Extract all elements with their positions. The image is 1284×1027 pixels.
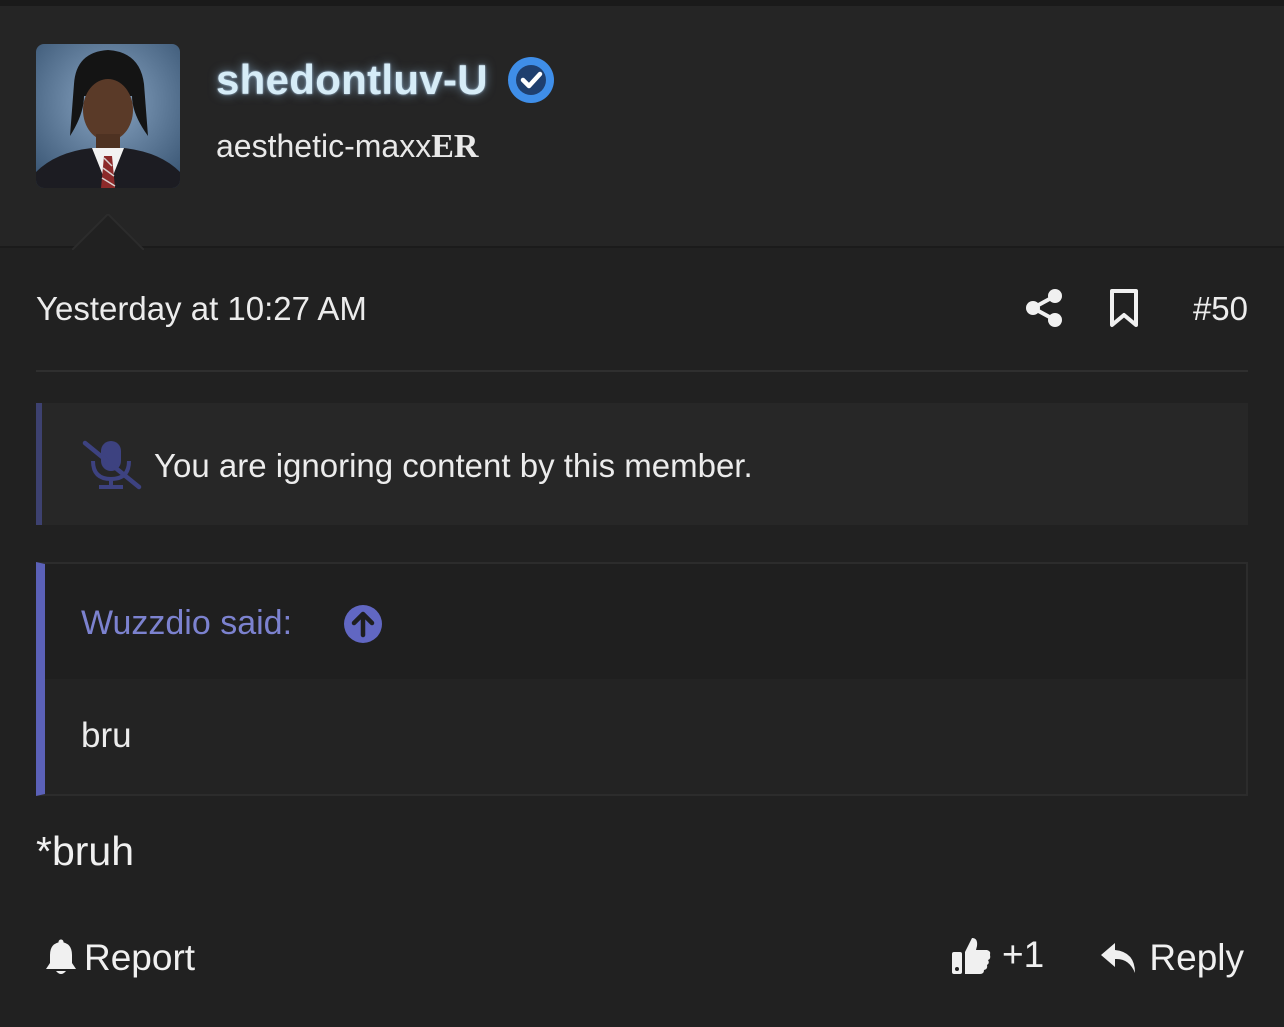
like-count: +1 — [1002, 934, 1045, 975]
muted-microphone-icon — [82, 440, 142, 490]
share-icon[interactable] — [1024, 288, 1064, 328]
reply-arrow-icon — [1101, 943, 1136, 973]
thumbs-up-icon — [952, 938, 991, 974]
user-title-main: aesthetic-maxx — [216, 128, 432, 164]
avatar[interactable] — [36, 44, 180, 188]
quote-author[interactable]: Wuzzdio said: — [81, 604, 292, 643]
report-button[interactable]: Report — [44, 935, 195, 981]
username[interactable]: shedontluv-U — [216, 56, 488, 104]
post-timestamp[interactable]: Yesterday at 10:27 AM — [36, 290, 367, 328]
bookmark-icon[interactable] — [1108, 288, 1140, 328]
reply-label: Reply — [1149, 937, 1244, 978]
quote-block: Wuzzdio said: bru — [36, 562, 1248, 796]
ignored-notice: You are ignoring content by this member. — [36, 403, 1248, 525]
meta-divider — [36, 370, 1248, 372]
username-row: shedontluv-U — [216, 50, 554, 110]
verified-check-icon — [507, 57, 554, 103]
bell-icon — [46, 939, 76, 974]
post-number[interactable]: #50 — [1193, 290, 1248, 328]
post-meta: Yesterday at 10:27 AM #50 — [36, 280, 1248, 340]
user-title: aesthetic-maxxER — [216, 128, 478, 166]
post-body: *bruh — [36, 828, 135, 874]
like-button[interactable]: +1 — [950, 932, 1044, 978]
report-label: Report — [84, 937, 196, 978]
jump-to-quote-icon[interactable] — [343, 604, 383, 644]
quote-body: bru — [81, 716, 132, 755]
author-header: shedontluv-U aesthetic-maxxER — [0, 6, 1284, 248]
ignored-notice-text: You are ignoring content by this member. — [154, 447, 753, 484]
reply-button[interactable]: Reply — [1099, 935, 1244, 981]
header-pointer — [72, 214, 144, 250]
quote-header: Wuzzdio said: — [45, 564, 1246, 679]
user-title-suffix: ER — [431, 128, 479, 165]
avatar-photo — [36, 44, 180, 188]
